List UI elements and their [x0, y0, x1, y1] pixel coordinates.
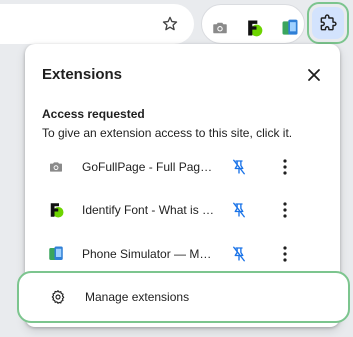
- close-button[interactable]: [303, 64, 325, 86]
- pin-button[interactable]: [229, 200, 249, 220]
- row-icon: [47, 201, 65, 219]
- identify-font-icon: [248, 20, 263, 37]
- extensions-menu-button[interactable]: [307, 2, 349, 44]
- extension-name: Phone Simulator — Mobile Emulator: [82, 247, 217, 261]
- manage-extensions-button[interactable]: Manage extensions: [17, 271, 350, 323]
- gear-icon: [51, 290, 65, 304]
- more-options-button[interactable]: [275, 199, 295, 221]
- close-icon: [308, 69, 320, 81]
- row-icon: [47, 245, 65, 263]
- extension-row-phone-simulator[interactable]: Phone Simulator — Mobile Emulator: [25, 234, 340, 274]
- manage-extensions-label: Manage extensions: [85, 290, 190, 304]
- bookmark-star-button[interactable]: [156, 10, 184, 38]
- access-requested-description: To give an extension access to this site…: [42, 126, 293, 140]
- unpin-icon: [233, 202, 245, 218]
- camera-icon: [213, 22, 227, 34]
- pin-button[interactable]: [229, 244, 249, 264]
- popup-title: Extensions: [42, 66, 123, 83]
- extension-row-gofullpage[interactable]: GoFullPage - Full Page Screen Capture: [25, 147, 340, 187]
- phone-simulator-toolbar-button[interactable]: [278, 16, 302, 40]
- more-vertical-icon: [283, 246, 287, 262]
- phone-simulator-icon: [282, 19, 298, 35]
- unpin-icon: [233, 159, 245, 175]
- extension-name: Identify Font - What is this font?: [82, 203, 217, 217]
- camera-icon: [50, 162, 62, 172]
- access-requested-heading: Access requested: [42, 107, 145, 121]
- more-vertical-icon: [283, 159, 287, 175]
- phone-simulator-icon: [49, 246, 63, 260]
- extensions-menu-button-inner: [312, 7, 344, 39]
- browser-window: Extensions Access requested To give an e…: [0, 0, 353, 337]
- identify-font-icon: [50, 203, 64, 218]
- more-options-button[interactable]: [275, 243, 295, 265]
- row-icon: [47, 158, 65, 176]
- pin-button[interactable]: [229, 157, 249, 177]
- pinned-extensions-group: [201, 4, 305, 44]
- extension-row-identify-font[interactable]: Identify Font - What is this font?: [25, 190, 340, 230]
- extension-name: GoFullPage - Full Page Screen Capture: [82, 160, 217, 174]
- extensions-popup: Extensions Access requested To give an e…: [17, 44, 350, 327]
- unpin-icon: [233, 246, 245, 262]
- more-vertical-icon: [283, 202, 287, 218]
- identify-font-toolbar-button[interactable]: [242, 16, 266, 40]
- puzzle-icon: [320, 14, 337, 31]
- more-options-button[interactable]: [275, 156, 295, 178]
- manage-icon-wrap: [49, 288, 67, 306]
- gofullpage-toolbar-button[interactable]: [208, 16, 232, 40]
- star-icon: [162, 16, 178, 31]
